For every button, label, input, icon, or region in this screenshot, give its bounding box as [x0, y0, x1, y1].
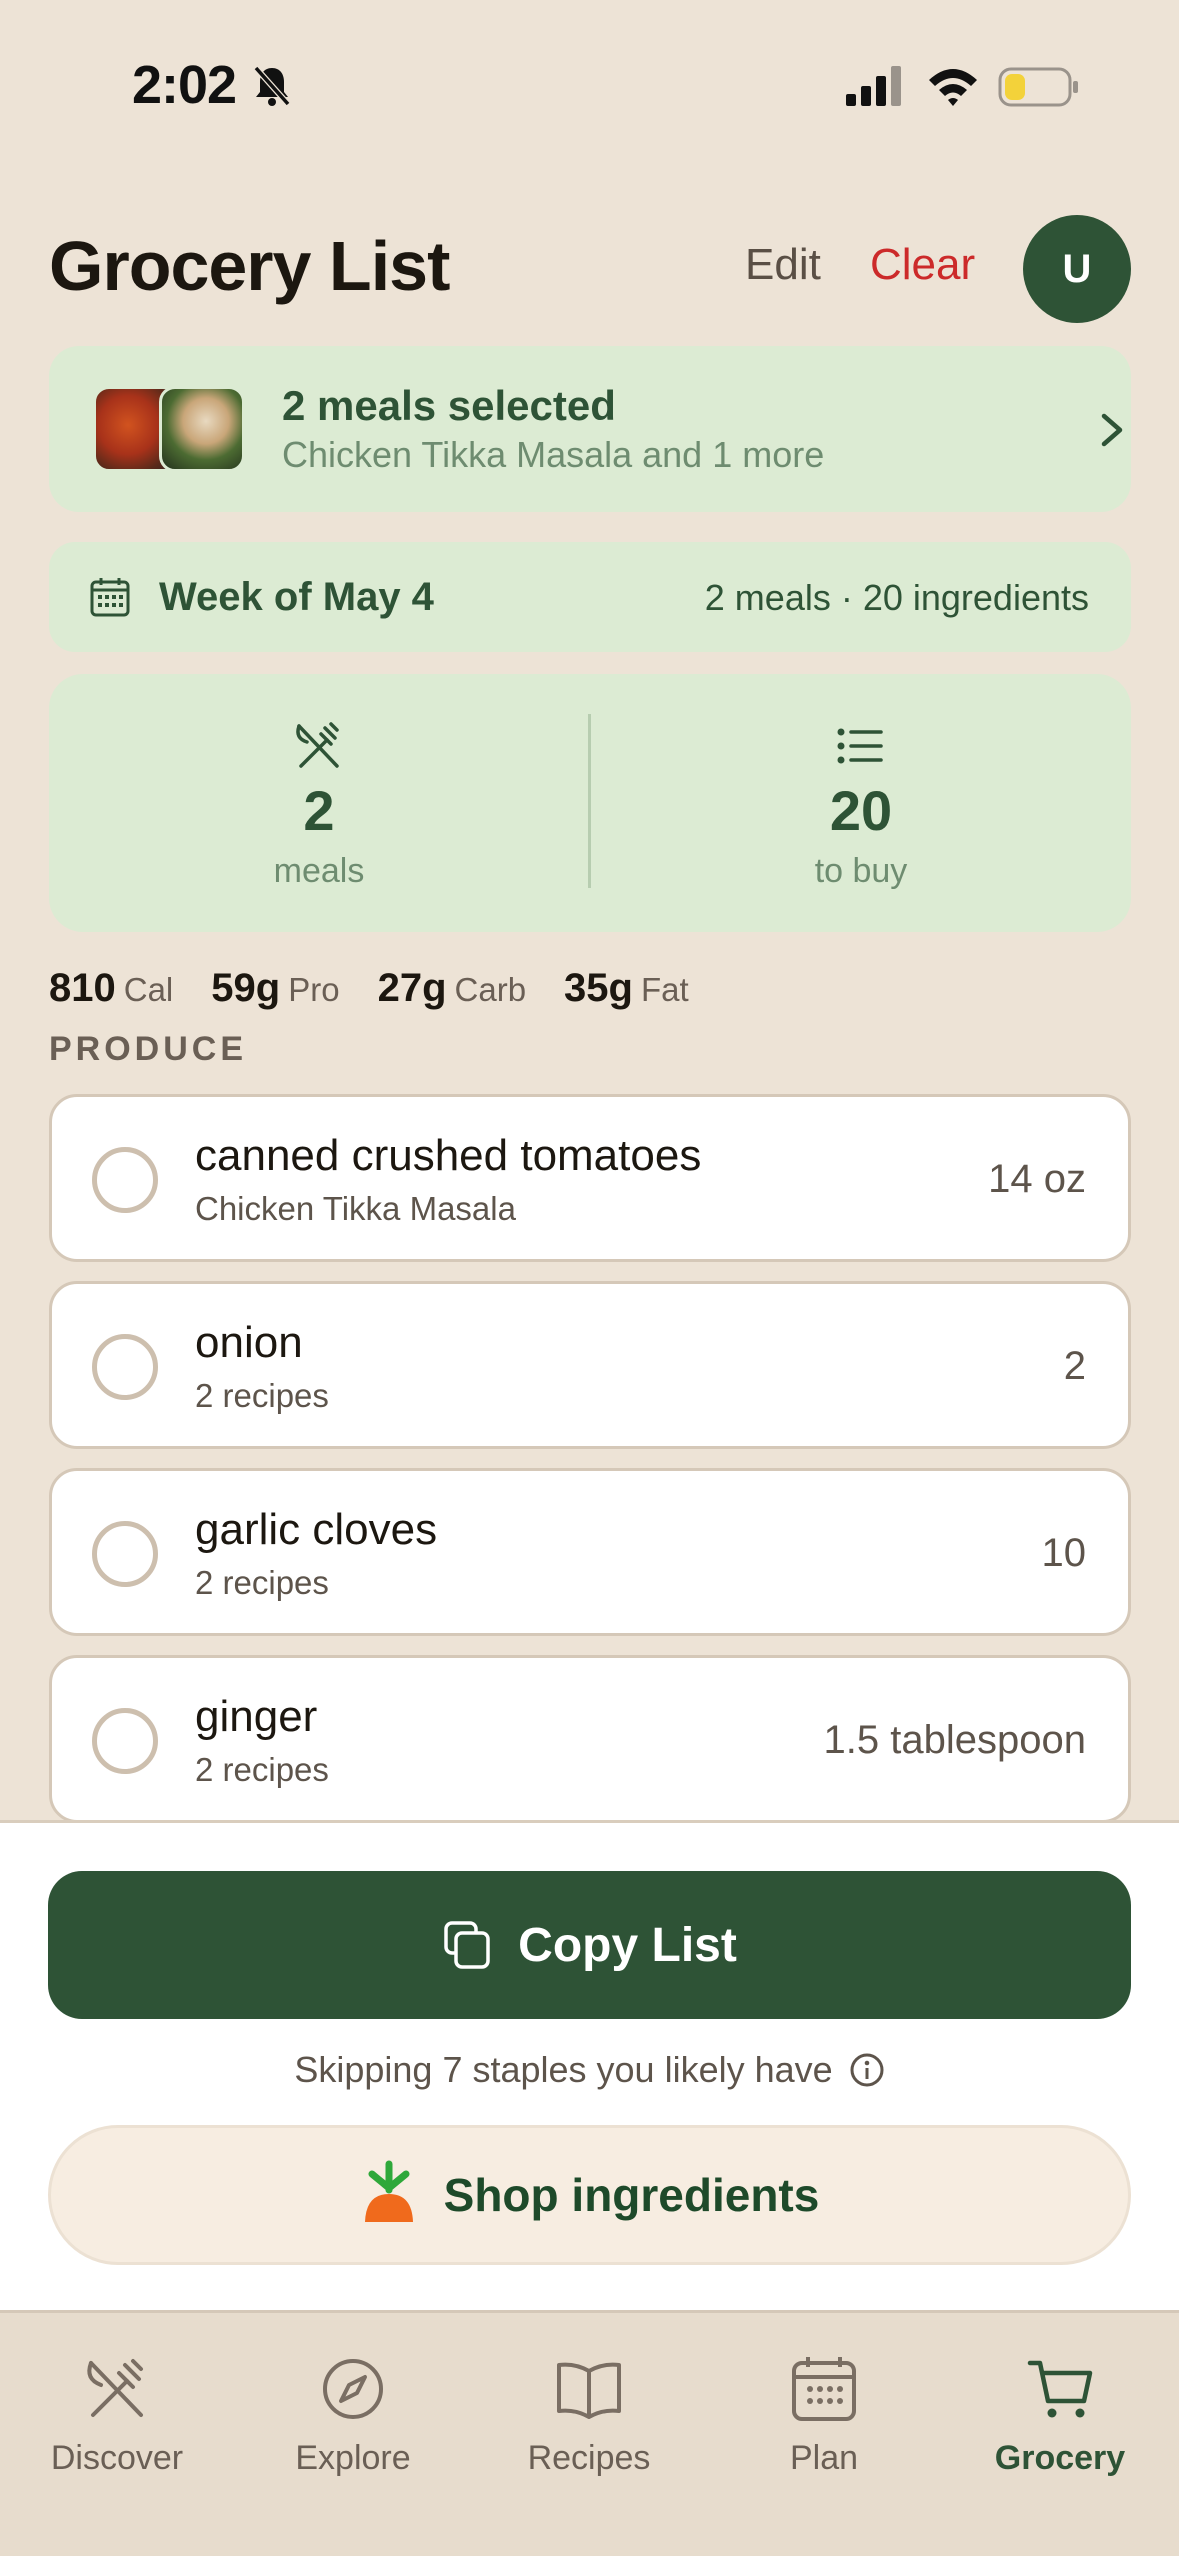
tab-label: Plan	[789, 2439, 859, 2477]
calendar-icon	[90, 578, 130, 617]
signal-icon	[846, 66, 901, 106]
macro-fat: 35g Fat	[564, 966, 689, 1011]
shop-ingredients-button[interactable]: Shop ingredients	[48, 2125, 1131, 2265]
item-checkbox[interactable]	[92, 1521, 158, 1587]
meals-selected-card[interactable]: 2 meals selected Chicken Tikka Masala an…	[49, 346, 1131, 512]
macro-calories: 810 Cal	[49, 966, 173, 1011]
to-buy-stat: 20 to buy	[591, 674, 1131, 932]
tab-discover[interactable]: Discover	[17, 2353, 217, 2493]
copy-icon	[444, 1921, 490, 1969]
compass-icon	[323, 2359, 383, 2419]
tab-recipes[interactable]: Recipes	[489, 2353, 689, 2493]
utensils-icon	[296, 722, 339, 768]
tab-explore[interactable]: Explore	[253, 2353, 453, 2493]
tab-grocery[interactable]: Grocery	[960, 2353, 1160, 2493]
grocery-item[interactable]: garlic cloves 2 recipes 10	[49, 1468, 1131, 1636]
week-bar[interactable]: Week of May 4 2 meals · 20 ingredients	[49, 542, 1131, 652]
cart-icon	[1027, 2360, 1093, 2418]
macro-carbs: 27g Carb	[378, 966, 526, 1011]
carrot-icon	[364, 2160, 413, 2222]
meal-thumbnail	[159, 386, 245, 472]
item-name: canned crushed tomatoes	[195, 1131, 702, 1180]
bottom-action-panel: Copy List Skipping 7 staples you likely …	[0, 1820, 1179, 2310]
grocery-item[interactable]: canned crushed tomatoes Chicken Tikka Ma…	[49, 1094, 1131, 1262]
staples-note-text: Skipping 7 staples you likely have	[294, 2049, 833, 2090]
meals-count: 2	[303, 779, 335, 842]
clear-button[interactable]: Clear	[870, 240, 975, 290]
book-icon	[557, 2362, 621, 2419]
copy-list-button[interactable]: Copy List	[48, 1871, 1131, 2019]
week-stats: 2 meals · 20 ingredients	[704, 577, 1089, 618]
avatar[interactable]: U	[1023, 215, 1131, 323]
shop-ingredients-label: Shop ingredients	[443, 2169, 820, 2221]
item-name: garlic cloves	[195, 1505, 438, 1554]
grocery-item[interactable]: onion 2 recipes 2	[49, 1281, 1131, 1449]
tab-label: Explore	[295, 2439, 411, 2477]
item-name: onion	[195, 1318, 303, 1367]
info-icon[interactable]	[849, 2052, 885, 2088]
meals-stat: 2 meals	[49, 674, 589, 932]
list-icon	[837, 728, 883, 764]
item-quantity: 10	[1041, 1531, 1087, 1575]
item-source: 2 recipes	[195, 1377, 329, 1414]
tab-label: Discover	[50, 2439, 184, 2477]
item-name: ginger	[195, 1692, 318, 1741]
item-quantity: 1.5 tablespoon	[823, 1718, 1086, 1762]
section-heading-produce: PRODUCE	[49, 1030, 248, 1068]
meals-selected-subtitle: Chicken Tikka Masala and 1 more	[282, 434, 825, 475]
avatar-initial: U	[1062, 246, 1092, 291]
item-quantity: 14 oz	[988, 1157, 1086, 1201]
macro-value: 59g	[211, 966, 281, 1010]
macro-label: Cal	[123, 971, 174, 1008]
week-label: Week of May 4	[159, 575, 434, 619]
item-checkbox[interactable]	[92, 1334, 158, 1400]
macro-label: Carb	[454, 971, 527, 1008]
meals-count-label: meals	[273, 852, 365, 890]
edit-button[interactable]: Edit	[745, 240, 821, 290]
meals-selected-title: 2 meals selected	[282, 382, 616, 429]
copy-list-label: Copy List	[518, 1918, 737, 1972]
tab-bar: Discover Explore Recipes Plan Grocery	[0, 2310, 1179, 2556]
bell-off-icon	[253, 66, 291, 106]
item-quantity: 2	[1063, 1344, 1086, 1388]
chevron-right-icon	[1101, 413, 1123, 447]
to-buy-count: 20	[829, 779, 893, 842]
tab-label: Recipes	[527, 2439, 651, 2477]
tab-label: Grocery	[994, 2439, 1126, 2477]
item-source: 2 recipes	[195, 1564, 329, 1601]
utensils-icon	[87, 2359, 143, 2417]
item-source: Chicken Tikka Masala	[195, 1190, 516, 1227]
macros-row: 810 Cal 59g Pro 27g Carb 35g Fat	[49, 966, 689, 1011]
page-title: Grocery List	[49, 227, 450, 305]
calendar-icon	[792, 2357, 856, 2421]
to-buy-label: to buy	[814, 852, 908, 890]
staples-note: Skipping 7 staples you likely have	[0, 2049, 1179, 2091]
tab-plan[interactable]: Plan	[724, 2353, 924, 2493]
item-source: 2 recipes	[195, 1751, 329, 1788]
macro-protein: 59g Pro	[211, 966, 339, 1011]
macro-label: Pro	[288, 971, 340, 1008]
item-checkbox[interactable]	[92, 1147, 158, 1213]
battery-icon	[998, 67, 1078, 107]
macro-value: 35g	[564, 966, 633, 1010]
grocery-item[interactable]: ginger 2 recipes 1.5 tablespoon	[49, 1655, 1131, 1823]
item-checkbox[interactable]	[92, 1708, 158, 1774]
macro-value: 810	[49, 966, 116, 1010]
status-time: 2:02	[132, 55, 237, 115]
status-bar: 2:02	[0, 0, 1179, 150]
macro-label: Fat	[640, 971, 689, 1008]
macro-value: 27g	[377, 966, 447, 1010]
wifi-icon	[929, 69, 977, 106]
stats-card: 2 meals 20 to buy	[49, 674, 1131, 932]
